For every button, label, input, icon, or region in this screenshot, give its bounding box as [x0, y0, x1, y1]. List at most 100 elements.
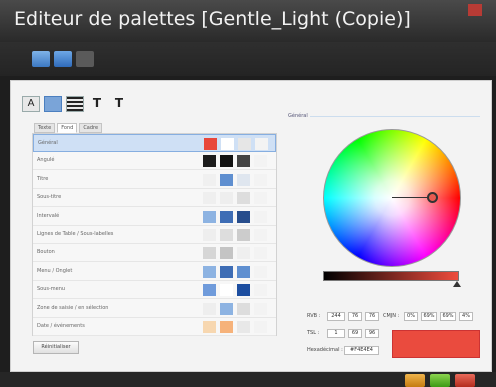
color-swatch[interactable] — [203, 229, 216, 241]
color-swatch[interactable] — [220, 229, 233, 241]
style-row[interactable]: Bouton — [33, 244, 276, 263]
color-swatch[interactable] — [254, 265, 267, 278]
color-swatch[interactable] — [237, 302, 250, 315]
window-title: Editeur de palettes [Gentle_Light (Copie… — [14, 8, 411, 30]
tab-texte[interactable]: Texte — [34, 123, 56, 133]
color-swatch[interactable] — [220, 173, 233, 186]
color-swatch[interactable] — [254, 247, 267, 260]
style-row[interactable]: Sous-titre — [33, 189, 276, 208]
color-swatch[interactable] — [254, 229, 267, 241]
color-swatch[interactable] — [203, 265, 216, 278]
style-row-label: Lignes de Table / Sous-labelles — [37, 231, 114, 237]
undo-icon[interactable] — [54, 51, 72, 67]
color-swatch[interactable] — [254, 302, 267, 315]
display-icon[interactable] — [32, 51, 50, 67]
tab-bar: Texte Fond Cadre — [34, 123, 103, 133]
style-row-label: Sous-titre — [37, 194, 62, 201]
fill-style-icon[interactable] — [44, 96, 62, 112]
color-swatch[interactable] — [203, 284, 216, 297]
text-color-icon[interactable]: T — [110, 96, 128, 112]
style-row[interactable]: Menu / Onglet — [33, 263, 276, 281]
rgb-blue-field[interactable]: 76 — [365, 312, 379, 321]
cmjn-j-field[interactable]: 69% — [440, 312, 456, 321]
color-swatch[interactable] — [220, 265, 233, 278]
color-swatch[interactable] — [237, 173, 250, 186]
color-swatch[interactable] — [254, 321, 267, 333]
color-swatch[interactable] — [254, 173, 267, 186]
ok-icon[interactable] — [430, 374, 450, 387]
hex-field[interactable]: #F4E4E4 — [344, 346, 379, 355]
reset-button[interactable]: Réinitialiser — [33, 341, 79, 354]
style-row[interactable]: Angulé — [33, 152, 276, 171]
style-row[interactable]: Date / événements — [33, 318, 276, 336]
cmjn-n-field[interactable]: 4% — [459, 312, 473, 321]
color-swatch[interactable] — [237, 229, 250, 241]
color-preview — [392, 330, 480, 358]
color-swatch[interactable] — [237, 321, 250, 333]
group-label: Général — [288, 113, 308, 119]
color-swatch[interactable] — [220, 321, 233, 333]
color-swatch[interactable] — [203, 321, 216, 333]
close-icon[interactable] — [468, 4, 482, 16]
color-swatch[interactable] — [220, 247, 233, 260]
color-swatch[interactable] — [237, 192, 250, 205]
tab-cadre[interactable]: Cadre — [79, 123, 103, 133]
style-row-label: Angulé — [37, 157, 55, 164]
style-row[interactable]: Lignes de Table / Sous-labelles — [33, 226, 276, 244]
back-icon[interactable] — [405, 374, 425, 387]
tsl-s-field[interactable]: 69 — [348, 329, 362, 338]
color-swatch[interactable] — [237, 284, 250, 297]
color-swatch[interactable] — [220, 155, 233, 168]
format-bar: A T T — [22, 95, 128, 113]
wheel-handle[interactable] — [427, 192, 438, 203]
style-row[interactable]: Titre — [33, 171, 276, 189]
tab-fond[interactable]: Fond — [57, 123, 78, 133]
color-swatch[interactable] — [237, 210, 250, 223]
border-style-icon[interactable] — [66, 96, 84, 112]
style-row-label: Bouton — [37, 249, 55, 256]
color-swatch[interactable] — [237, 247, 250, 260]
toolbar — [0, 42, 496, 76]
style-row[interactable]: Général — [33, 134, 276, 152]
color-wheel[interactable] — [323, 129, 461, 267]
grid-icon[interactable] — [76, 51, 94, 67]
color-swatch[interactable] — [203, 155, 216, 168]
cancel-icon[interactable] — [455, 374, 475, 387]
text-style-icon[interactable]: A — [22, 96, 40, 112]
style-row-label: Titre — [37, 175, 49, 182]
color-swatch[interactable] — [237, 155, 250, 168]
color-swatch[interactable] — [203, 302, 216, 315]
cmjn-m-field[interactable]: 69% — [421, 312, 437, 321]
color-swatch[interactable] — [254, 192, 267, 205]
color-swatch[interactable] — [220, 192, 233, 205]
color-swatch[interactable] — [220, 210, 233, 223]
color-swatch[interactable] — [255, 138, 268, 150]
tsl-l-field[interactable]: 96 — [365, 329, 379, 338]
style-row-label: Intervalé — [37, 212, 60, 219]
color-swatch[interactable] — [221, 138, 234, 150]
rgb-green-field[interactable]: 76 — [348, 312, 362, 321]
color-swatch[interactable] — [254, 210, 267, 223]
cmjn-c-field[interactable]: 0% — [404, 312, 418, 321]
color-swatch[interactable] — [238, 138, 251, 150]
rgb-red-field[interactable]: 244 — [327, 312, 345, 321]
bold-icon[interactable]: T — [88, 96, 106, 112]
color-swatch[interactable] — [220, 302, 233, 315]
color-swatch[interactable] — [220, 284, 233, 297]
color-swatch[interactable] — [203, 210, 216, 223]
style-row[interactable]: Intervalé — [33, 208, 276, 226]
color-swatch[interactable] — [237, 265, 250, 278]
brightness-slider[interactable] — [323, 271, 459, 281]
style-row[interactable]: Sous-menu — [33, 281, 276, 300]
color-swatch[interactable] — [254, 155, 267, 168]
style-row[interactable]: Zone de saisie / en sélection — [33, 300, 276, 318]
slider-handle-icon[interactable] — [453, 281, 461, 287]
color-swatch[interactable] — [203, 247, 216, 260]
color-swatch[interactable] — [254, 284, 267, 297]
tsl-t-field[interactable]: 1 — [327, 329, 345, 338]
color-swatch[interactable] — [203, 173, 216, 186]
rgb-label: RVB : — [307, 313, 321, 319]
style-row-label: Date / événements — [37, 323, 85, 329]
color-swatch[interactable] — [204, 138, 217, 150]
color-swatch[interactable] — [203, 192, 216, 205]
